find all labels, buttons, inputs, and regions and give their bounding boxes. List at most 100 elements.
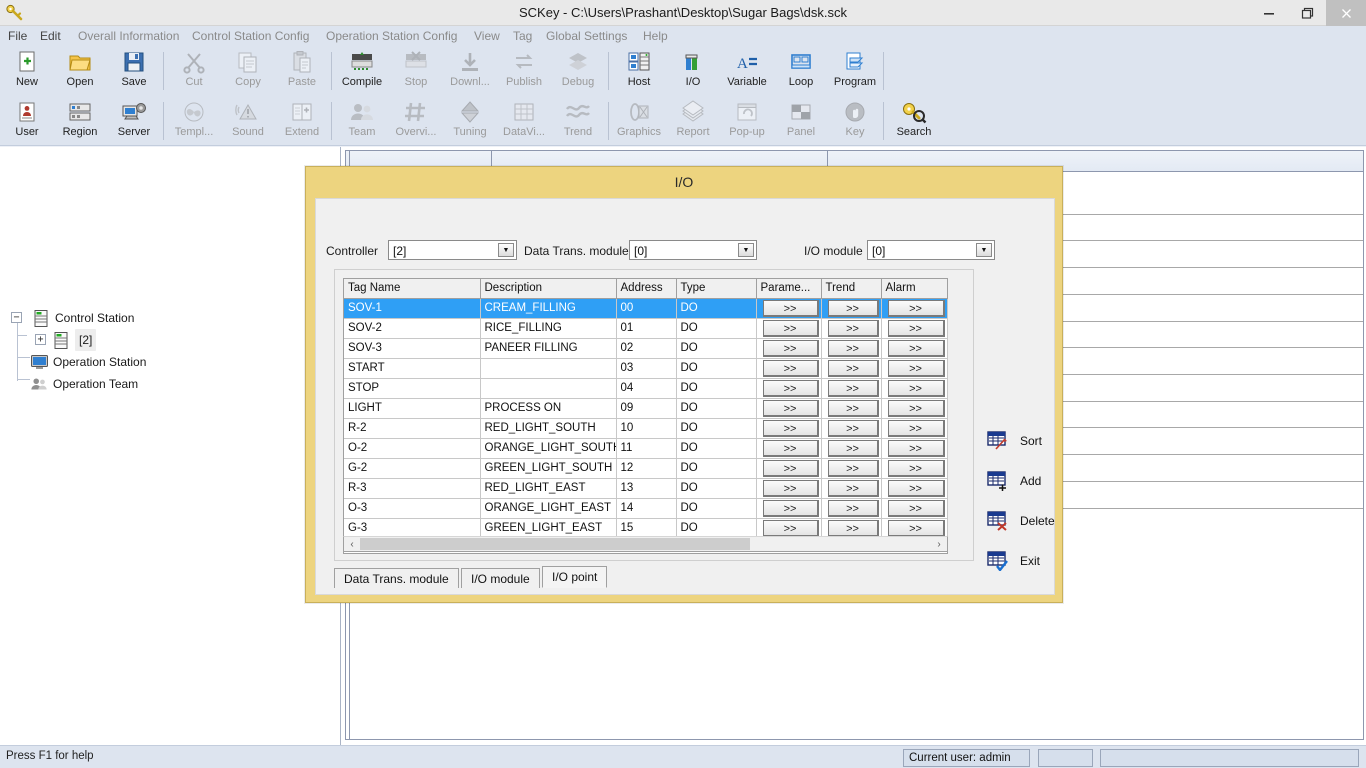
table-row[interactable]: SOV-2 RICE_FILLING 01 DO >> >> >> (344, 318, 948, 339)
cell-type[interactable]: DO (676, 298, 757, 319)
add-button[interactable]: Add (986, 467, 1066, 495)
sort-button[interactable]: Sort (986, 427, 1066, 455)
tab-i-o-point[interactable]: I/O point (542, 566, 608, 588)
trend-expand-button[interactable]: >> (827, 519, 879, 537)
cell-description[interactable]: PANEER FILLING (480, 338, 617, 359)
toolbar-button-i-o[interactable]: I/O (668, 48, 718, 94)
alarm-expand-button[interactable]: >> (887, 479, 945, 497)
cell-type[interactable]: DO (676, 458, 757, 479)
column-header-address[interactable]: Address (616, 279, 677, 299)
cell-address[interactable]: 01 (616, 318, 677, 339)
cell-description[interactable]: ORANGE_LIGHT_EAST (480, 498, 617, 519)
alarm-expand-button[interactable]: >> (887, 419, 945, 437)
cell-description[interactable]: GREEN_LIGHT_EAST (480, 518, 617, 539)
table-row[interactable]: G-3 GREEN_LIGHT_EAST 15 DO >> >> >> (344, 518, 948, 539)
parameter-expand-button[interactable]: >> (762, 339, 819, 357)
cell-description[interactable]: PROCESS ON (480, 398, 617, 419)
parameter-expand-button[interactable]: >> (762, 359, 819, 377)
data-trans-module-select[interactable]: [0] ▼ (629, 240, 757, 260)
menu-item-operation-station-config[interactable]: Operation Station Config (326, 26, 457, 46)
horizontal-scrollbar[interactable]: ‹ › (343, 536, 948, 552)
trend-expand-button[interactable]: >> (827, 299, 879, 317)
tree-item-control-station[interactable]: Control Station (32, 307, 134, 329)
cell-type[interactable]: DO (676, 418, 757, 439)
menu-item-edit[interactable]: Edit (40, 26, 61, 46)
cell-description[interactable]: RICE_FILLING (480, 318, 617, 339)
menu-item-view[interactable]: View (474, 26, 500, 46)
table-row[interactable]: SOV-1 CREAM_FILLING 00 DO >> >> >> (344, 298, 948, 319)
toolbar-button-save[interactable]: Save (109, 48, 159, 94)
toolbar-button-loop[interactable]: Loop (776, 48, 826, 94)
cell-tag[interactable]: LIGHT (344, 398, 481, 419)
alarm-expand-button[interactable]: >> (887, 299, 945, 317)
alarm-expand-button[interactable]: >> (887, 319, 945, 337)
cell-description[interactable]: RED_LIGHT_SOUTH (480, 418, 617, 439)
trend-expand-button[interactable]: >> (827, 399, 879, 417)
cell-address[interactable]: 00 (616, 298, 677, 319)
cell-address[interactable]: 04 (616, 378, 677, 399)
table-row[interactable]: STOP 04 DO >> >> >> (344, 378, 948, 399)
trend-expand-button[interactable]: >> (827, 419, 879, 437)
alarm-expand-button[interactable]: >> (887, 339, 945, 357)
alarm-expand-button[interactable]: >> (887, 519, 945, 537)
cell-address[interactable]: 15 (616, 518, 677, 539)
cell-tag[interactable]: SOV-1 (344, 298, 481, 319)
controller-select[interactable]: [2] ▼ (388, 240, 517, 260)
cell-address[interactable]: 11 (616, 438, 677, 459)
cell-type[interactable]: DO (676, 398, 757, 419)
trend-expand-button[interactable]: >> (827, 479, 879, 497)
cell-address[interactable]: 02 (616, 338, 677, 359)
cell-description[interactable]: GREEN_LIGHT_SOUTH (480, 458, 617, 479)
cell-description[interactable]: ORANGE_LIGHT_SOUTH (480, 438, 617, 459)
scrollbar-thumb[interactable] (360, 538, 750, 550)
minimize-button[interactable] (1250, 0, 1288, 26)
column-header-alarm[interactable]: Alarm (881, 279, 948, 299)
cell-type[interactable]: DO (676, 498, 757, 519)
chevron-down-icon[interactable]: ▼ (738, 243, 754, 257)
trend-expand-button[interactable]: >> (827, 379, 879, 397)
alarm-expand-button[interactable]: >> (887, 359, 945, 377)
cell-description[interactable] (480, 378, 617, 399)
cell-tag[interactable]: STOP (344, 378, 481, 399)
io-module-select[interactable]: [0] ▼ (867, 240, 995, 260)
toolbar-button-new[interactable]: New (2, 48, 52, 94)
menu-item-help[interactable]: Help (643, 26, 668, 46)
scroll-right-icon[interactable]: › (931, 537, 947, 551)
exit-button[interactable]: Exit (986, 547, 1066, 575)
table-row[interactable]: START 03 DO >> >> >> (344, 358, 948, 379)
maximize-button[interactable] (1288, 0, 1326, 26)
tree-item-operation-team[interactable]: Operation Team (30, 373, 138, 395)
cell-tag[interactable]: R-2 (344, 418, 481, 439)
trend-expand-button[interactable]: >> (827, 339, 879, 357)
cell-address[interactable]: 14 (616, 498, 677, 519)
cell-address[interactable]: 12 (616, 458, 677, 479)
cell-tag[interactable]: O-2 (344, 438, 481, 459)
menu-item-tag[interactable]: Tag (513, 26, 532, 46)
cell-type[interactable]: DO (676, 518, 757, 539)
cell-address[interactable]: 03 (616, 358, 677, 379)
menu-item-file[interactable]: File (8, 26, 27, 46)
cell-type[interactable]: DO (676, 338, 757, 359)
table-row[interactable]: R-3 RED_LIGHT_EAST 13 DO >> >> >> (344, 478, 948, 499)
alarm-expand-button[interactable]: >> (887, 459, 945, 477)
table-row[interactable]: LIGHT PROCESS ON 09 DO >> >> >> (344, 398, 948, 419)
toolbar-button-host[interactable]: Host (614, 48, 664, 94)
table-row[interactable]: G-2 GREEN_LIGHT_SOUTH 12 DO >> >> >> (344, 458, 948, 479)
tree-expander-plus-icon[interactable]: + (35, 334, 46, 345)
tab-i-o-module[interactable]: I/O module (461, 568, 540, 588)
cell-type[interactable]: DO (676, 378, 757, 399)
cell-type[interactable]: DO (676, 358, 757, 379)
toolbar-button-program[interactable]: Program (830, 48, 880, 94)
table-row[interactable]: SOV-3 PANEER FILLING 02 DO >> >> >> (344, 338, 948, 359)
column-header-tag-name[interactable]: Tag Name (344, 279, 481, 299)
tree-expander-minus-icon[interactable]: − (11, 312, 22, 323)
toolbar-button-search[interactable]: Search (889, 98, 939, 144)
cell-address[interactable]: 10 (616, 418, 677, 439)
parameter-expand-button[interactable]: >> (762, 439, 819, 457)
column-header-parame-[interactable]: Parame... (756, 279, 822, 299)
parameter-expand-button[interactable]: >> (762, 379, 819, 397)
cell-tag[interactable]: R-3 (344, 478, 481, 499)
column-header-type[interactable]: Type (676, 279, 757, 299)
toolbar-button-compile[interactable]: Compile (337, 48, 387, 94)
column-header-description[interactable]: Description (480, 279, 617, 299)
